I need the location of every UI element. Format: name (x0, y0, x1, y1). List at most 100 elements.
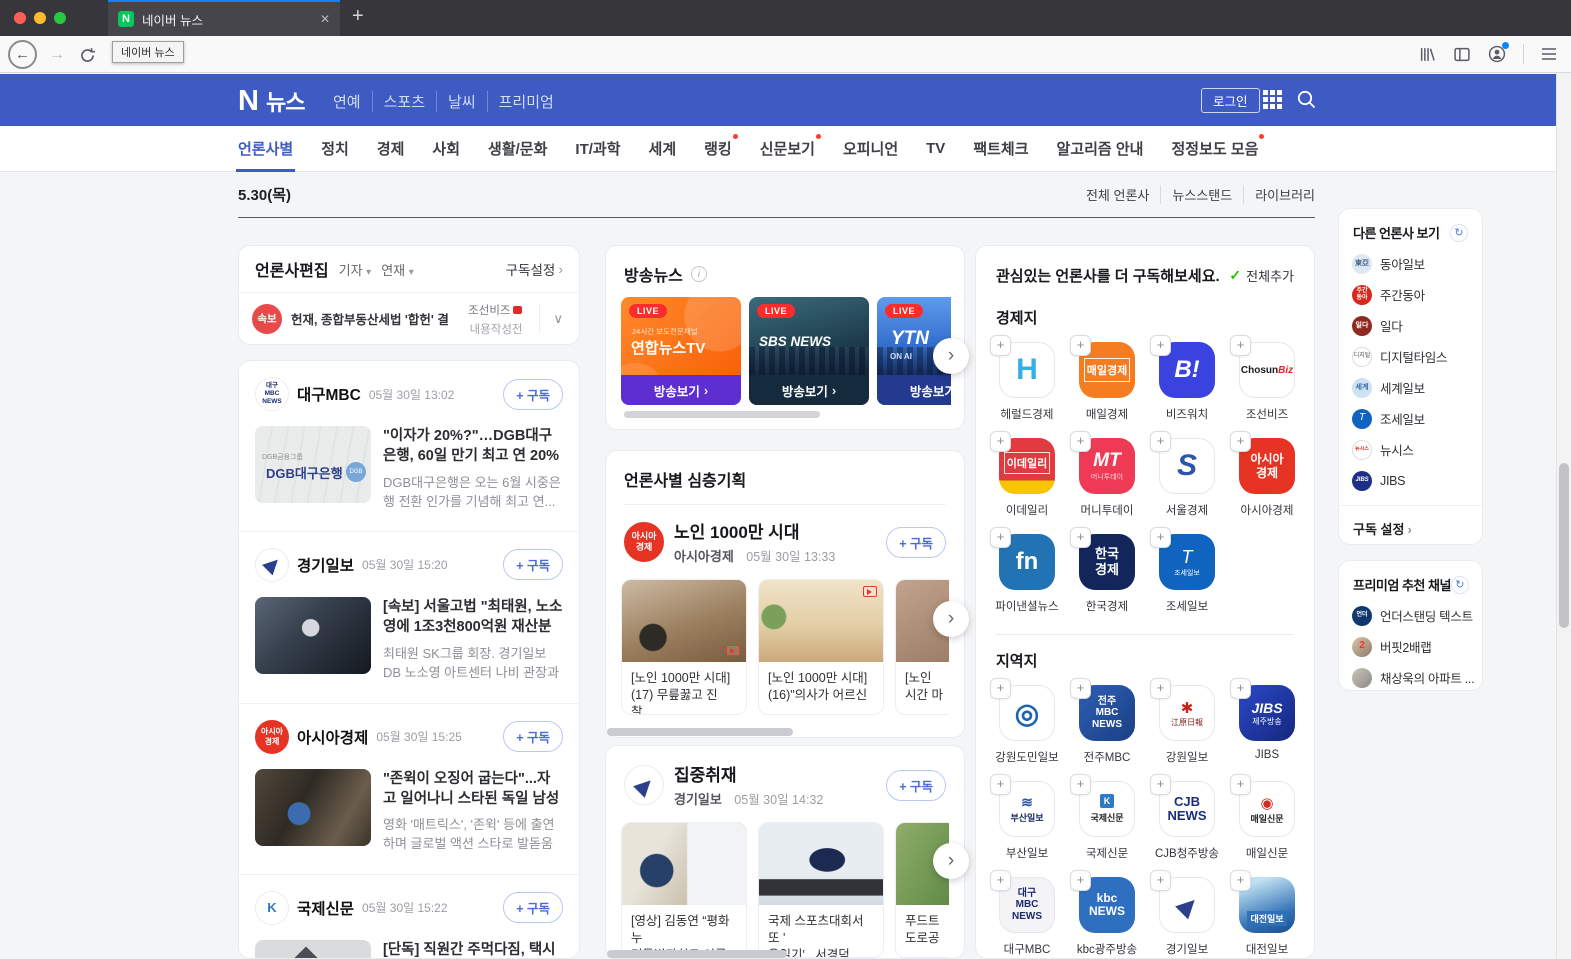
press-tile[interactable]: + H 헤럴드경제 (997, 342, 1057, 422)
subscribe-button[interactable]: + 구독 (503, 721, 563, 752)
add-press-button[interactable]: + (1070, 870, 1091, 891)
press-tile[interactable]: + ▶ 경기일보 (1157, 877, 1217, 957)
press-logo-icon[interactable]: 대구 MBC NEWS (255, 377, 289, 411)
article-title[interactable]: "이자가 20%?"…DGB대구은행, 60일 만기 최고 연 20% ... (383, 426, 563, 467)
series-article-card[interactable]: 푸드트 도로공 (895, 822, 949, 958)
close-window-button[interactable] (14, 12, 26, 24)
nav-tab[interactable]: 생활/문화 (488, 126, 547, 171)
subscription-settings-link[interactable]: 구독설정 (506, 259, 556, 279)
forward-button[interactable]: → (46, 44, 68, 66)
add-press-button[interactable]: + (1070, 774, 1091, 795)
press-tile[interactable]: + fn 파이낸셜뉴스 (997, 534, 1057, 614)
press-logo-icon[interactable]: ▶ (255, 548, 289, 582)
refresh-icon[interactable]: ↻ (1450, 224, 1468, 242)
filter-reporter[interactable]: 기자 ▾ (339, 260, 372, 279)
add-press-button[interactable]: + (990, 431, 1011, 452)
add-press-button[interactable]: + (1230, 870, 1251, 891)
account-icon[interactable] (1488, 45, 1506, 63)
press-logo-icon[interactable]: 아시아 경제 (624, 522, 664, 562)
scrollbar-thumb[interactable] (624, 411, 820, 418)
article-title[interactable]: [노인 1000만 시대] (17) 무릎꿇고 진찰... (622, 662, 746, 714)
article-thumbnail[interactable]: DGB금융그룹 DGB대구은행 DGB (255, 426, 371, 503)
nav-tab[interactable]: 정치 (321, 126, 349, 171)
add-press-button[interactable]: + (1150, 431, 1171, 452)
nav-tab[interactable]: 사회 (432, 126, 460, 171)
new-tab-button[interactable]: + (352, 5, 364, 28)
press-tile[interactable]: + 대전일보 대전일보 (1237, 877, 1297, 957)
article-thumbnail[interactable] (255, 940, 371, 959)
carousel-next-button[interactable]: › (933, 601, 969, 637)
series-article-card[interactable]: 국제 스포츠대회서 또 ' 욱일기'...서경덕, IP... (758, 822, 884, 958)
add-press-button[interactable]: + (1150, 527, 1171, 548)
add-press-button[interactable]: + (990, 335, 1011, 356)
channel-list-item[interactable]: 2 버핏2배랩 (1352, 631, 1469, 662)
press-tile[interactable]: + 아시아 경제 아시아경제 (1237, 438, 1297, 518)
add-press-button[interactable]: + (990, 527, 1011, 548)
press-name[interactable]: 아시아경제 (674, 549, 734, 564)
press-view-link[interactable]: 전체 언론사 (1075, 185, 1160, 204)
article-thumbnail[interactable] (255, 769, 371, 846)
login-button[interactable]: 로그인 (1201, 88, 1260, 113)
press-list-item[interactable]: 디지털 디지털타임스 (1352, 341, 1469, 372)
add-press-button[interactable]: + (1150, 678, 1171, 699)
press-list-item[interactable]: 주간 동아 주간동아 (1352, 279, 1469, 310)
article-title[interactable]: [노인 시간 마 (896, 662, 949, 714)
press-name[interactable]: 경기일보 (297, 554, 354, 576)
article-title[interactable]: [속보] 서울고법 "최태원, 노소영에 1조3천800억원 재산분할" (383, 597, 563, 638)
press-tile[interactable]: + Chosun Biz 조선비즈 (1237, 342, 1297, 422)
page-scrollbar[interactable] (1556, 73, 1571, 959)
nav-tab[interactable]: 정정보도 모음 (1171, 126, 1258, 171)
add-press-button[interactable]: + (1150, 870, 1171, 891)
press-view-link[interactable]: 뉴스스탠드 (1160, 185, 1243, 204)
press-view-link[interactable]: 라이브러리 (1243, 185, 1315, 204)
press-list-item[interactable]: 東亞 동아일보 (1352, 248, 1469, 279)
browser-tab[interactable]: N 네이버 뉴스 ✕ (108, 0, 340, 36)
add-press-button[interactable]: + (1070, 335, 1091, 356)
press-list-item[interactable]: 뉴시스 뉴시스 (1352, 434, 1469, 465)
add-press-button[interactable]: + (990, 678, 1011, 699)
header-service-link[interactable]: 날씨 (436, 91, 487, 112)
subscribe-button[interactable]: + 구독 (503, 379, 563, 410)
article-title[interactable]: 푸드트 도로공 (896, 905, 949, 957)
nav-tab[interactable]: 팩트체크 (973, 126, 1028, 171)
press-tile[interactable]: + kbc NEWS kbc광주방송 (1077, 877, 1137, 957)
broadcast-channel-card[interactable]: LIVE SBS NEWS 방송보기› (749, 297, 869, 405)
back-button[interactable]: ← (8, 40, 37, 69)
add-press-button[interactable]: + (1150, 335, 1171, 356)
press-tile[interactable]: + 한국 경제 한국경제 (1077, 534, 1137, 614)
add-press-button[interactable]: + (990, 774, 1011, 795)
press-tile[interactable]: + T 조세일보 조세일보 (1157, 534, 1217, 614)
add-press-button[interactable]: + (1070, 431, 1091, 452)
press-logo-icon[interactable]: 아시아 경제 (255, 720, 289, 754)
series-title[interactable]: 노인 1000만 시대 (674, 518, 835, 543)
header-service-link[interactable]: 연예 (322, 91, 372, 112)
press-tile[interactable]: + MT 머니투데이 머니투데이 (1077, 438, 1137, 518)
breaking-news-row[interactable]: 속보 헌재, 종합부동산세법 '합헌' 결정 조선비즈 내용작성전 ∨ (239, 293, 579, 344)
nav-tab[interactable]: 오피니언 (843, 126, 898, 171)
press-logo-icon[interactable]: ▶ (624, 765, 664, 805)
add-press-button[interactable]: + (1070, 527, 1091, 548)
nav-tab[interactable]: IT/과학 (575, 126, 620, 171)
watch-broadcast-button[interactable]: 방송보기› (621, 375, 741, 405)
add-all-button[interactable]: ✓ 전체추가 (1229, 266, 1294, 285)
press-list-item[interactable]: T 조세일보 (1352, 403, 1469, 434)
press-tile[interactable]: + JIBS 제주방송 JIBS (1237, 685, 1297, 765)
press-name[interactable]: 경기일보 (674, 792, 722, 807)
press-list-item[interactable]: JIBS JIBS (1352, 465, 1469, 496)
add-press-button[interactable]: + (1230, 335, 1251, 356)
series-article-card[interactable]: [영상] 김동연 “평화누 리특별자치도 이름, ... (621, 822, 747, 958)
press-tile[interactable]: + 이데일리 이데일리 (997, 438, 1057, 518)
press-tile[interactable]: + ✱ 江原日報 강원일보 (1157, 685, 1217, 765)
library-icon[interactable] (1419, 46, 1436, 63)
press-tile[interactable]: + K 국제신문 국제신문 (1077, 781, 1137, 861)
press-tile[interactable]: + 매일경제 매일경제 (1077, 342, 1137, 422)
channel-list-item[interactable]: 채상욱의 아파트 ... (1352, 662, 1469, 693)
add-press-button[interactable]: + (1230, 774, 1251, 795)
press-list-item[interactable]: 세계 세계일보 (1352, 372, 1469, 403)
press-tile[interactable]: + 전주 MBC NEWS 전주MBC (1077, 685, 1137, 765)
menu-hamburger-icon[interactable] (1541, 47, 1557, 61)
refresh-icon[interactable]: ↻ (1451, 576, 1469, 594)
scrollbar-thumb[interactable] (1559, 463, 1569, 628)
press-tile[interactable]: + B! 비즈워치 (1157, 342, 1217, 422)
add-press-button[interactable]: + (1230, 678, 1251, 699)
